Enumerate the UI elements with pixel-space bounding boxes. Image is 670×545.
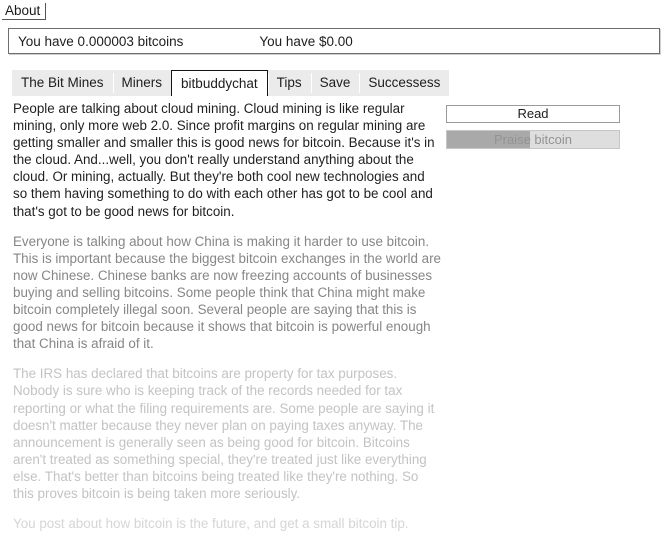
tab-save[interactable]: Save (310, 70, 360, 96)
about-bar: About (0, 0, 670, 20)
chat-feed: People are talking about cloud mining. C… (13, 100, 442, 545)
feed-post: You post about how bitcoin is the future… (13, 516, 409, 532)
feed-post: The IRS has declared that bitcoins are p… (13, 366, 435, 501)
praise-bitcoin-label: Praise bitcoin (493, 132, 573, 147)
bitcoin-balance-text: You have 0.000003 bitcoins (18, 33, 184, 49)
feed-post: People are talking about cloud mining. C… (13, 101, 435, 219)
main-tab-strip: The Bit Mines Miners bitbuddychat Tips S… (12, 70, 450, 96)
about-link[interactable]: About (2, 3, 47, 20)
tab-miners[interactable]: Miners (112, 70, 172, 96)
praise-bitcoin-button[interactable]: Praise bitcoin (446, 130, 620, 149)
tab-the-bit-mines[interactable]: The Bit Mines (12, 70, 113, 96)
tab-tips[interactable]: Tips (267, 70, 311, 96)
player-status-bar: You have 0.000003 bitcoins You have $0.0… (8, 28, 660, 54)
dollar-balance-text: You have $0.00 (259, 33, 353, 49)
tab-successess[interactable]: Successess (359, 70, 450, 96)
chat-action-panel: Read Praise bitcoin (446, 105, 620, 149)
read-button[interactable]: Read (446, 105, 620, 123)
tab-panel-bitbuddychat: People are talking about cloud mining. C… (0, 96, 670, 531)
feed-post: Everyone is talking about how China is m… (13, 233, 441, 352)
tab-bitbuddychat[interactable]: bitbuddychat (171, 70, 268, 96)
